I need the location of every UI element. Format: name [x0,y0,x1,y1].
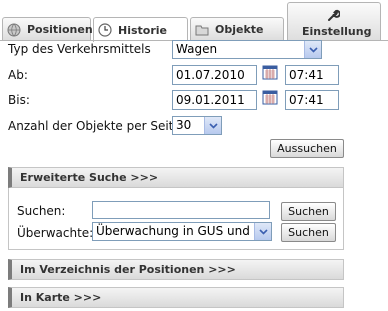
advanced-search-header[interactable]: Erweiterte Suche >>> [8,167,344,188]
positions-directory-title: Im Verzeichnis der Positionen >>> [20,263,236,276]
chevron-down-icon [204,117,221,134]
search-input[interactable] [92,201,270,219]
search-button[interactable]: Suchen [281,202,336,221]
transport-type-select[interactable]: Wagen [172,40,322,59]
tab-einstellung[interactable]: Einstellung [287,2,381,40]
from-time-input[interactable]: 07:41 [285,65,339,85]
tab-bar: Positionen Historie Objekte Einstellung [0,0,388,42]
map-header[interactable]: In Karte >>> [8,287,344,308]
monitor-value: Überwachung in GUS und Ba [96,224,270,238]
tab-historie-label: Historie [118,23,167,37]
clock-icon [98,23,112,37]
wrench-icon [326,9,341,26]
monitor-search-button[interactable]: Suchen [281,223,336,242]
folder-icon [195,23,209,37]
from-label: Ab: [8,68,28,82]
per-page-label: Anzahl der Objekte per Seite: [8,119,185,133]
chevron-down-icon [304,41,321,58]
tab-historie[interactable]: Historie [93,17,188,42]
tab-positionen-label: Positionen [27,23,93,36]
tab-objekte[interactable]: Objekte [190,17,284,41]
tab-einstellung-label: Einstellung [302,25,372,38]
search-label: Suchen: [17,204,66,218]
globe-icon [7,23,21,37]
tab-positionen[interactable]: Positionen [2,17,93,41]
to-date-input[interactable]: 09.01.2011 [172,90,257,110]
map-title: In Karte >>> [20,291,102,304]
per-page-value: 30 [176,118,192,132]
calendar-icon[interactable] [262,64,278,80]
aussuchen-button[interactable]: Aussuchen [270,139,344,158]
advanced-search-title: Erweiterte Suche >>> [20,171,159,184]
to-time-input[interactable]: 07:41 [285,90,339,110]
to-label: Bis: [8,93,30,107]
from-date-input[interactable]: 01.07.2010 [172,65,257,85]
transport-type-label: Typ des Verkehrsmittels [8,42,151,56]
positions-directory-header[interactable]: Im Verzeichnis der Positionen >>> [8,259,344,280]
tab-objekte-label: Objekte [215,23,264,36]
monitor-label: Überwachte: [17,226,94,240]
transport-type-value: Wagen [176,42,218,56]
chevron-down-icon [254,223,271,240]
calendar-icon[interactable] [262,89,278,105]
monitor-select[interactable]: Überwachung in GUS und Ba [92,222,272,241]
per-page-select[interactable]: 30 [172,116,222,135]
